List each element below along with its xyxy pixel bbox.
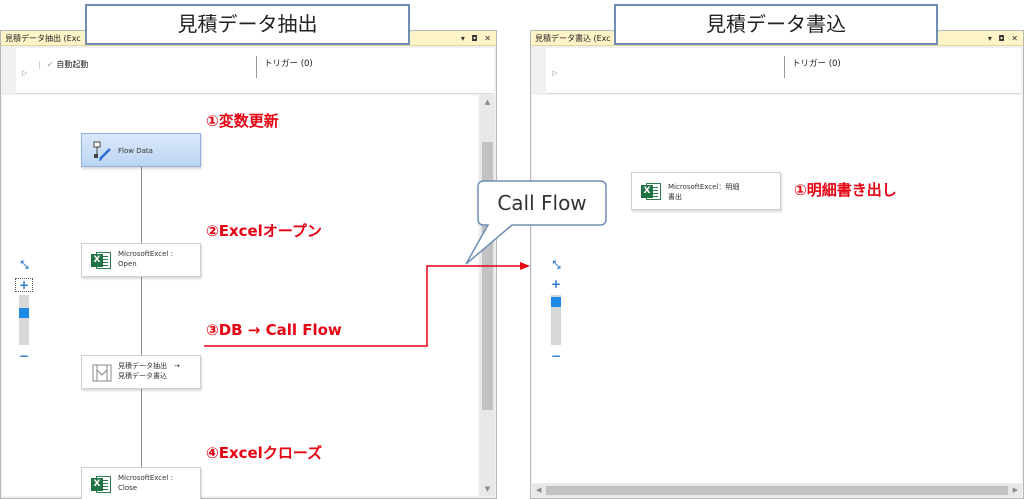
annotation-step-1: ①変数更新 — [206, 112, 279, 130]
callout-text: Call Flow — [497, 191, 587, 215]
annotation-step-2: ②Excelオープン — [206, 222, 322, 240]
annotation-step-4: ④Excelクローズ — [206, 444, 323, 462]
annotation-right-step-1: ①明細書き出し — [794, 181, 897, 199]
screenshot-stage: { "left_window": { "title": "見積データ抽出 (Ex… — [0, 0, 1024, 499]
call-flow-overlay — [204, 180, 607, 347]
annotation-step-3: ③DB → Call Flow — [206, 321, 342, 339]
